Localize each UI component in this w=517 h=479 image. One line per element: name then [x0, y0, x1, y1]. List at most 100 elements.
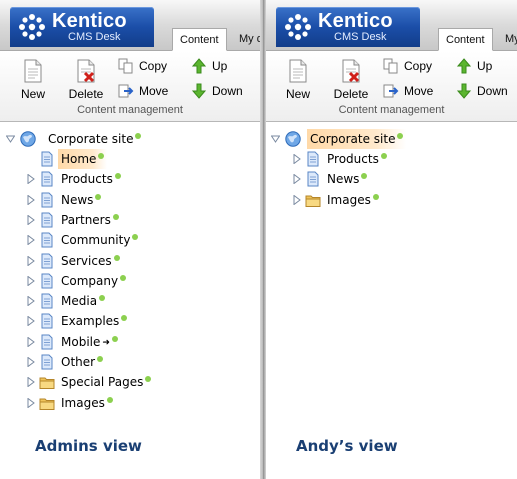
down-button[interactable]: Down: [191, 82, 251, 100]
tree-item-label: Products: [327, 152, 379, 166]
new-button[interactable]: New: [276, 59, 320, 101]
document-icon: [39, 232, 55, 248]
tree-item-label: Partners: [61, 212, 111, 227]
move-button[interactable]: Move: [383, 82, 443, 100]
tree-item-label: Other: [61, 355, 96, 369]
published-dot: [372, 193, 379, 200]
delete-document-icon: [342, 59, 360, 83]
tree-item-label: News: [327, 172, 360, 187]
root-label: Corporate site: [48, 132, 134, 146]
up-button[interactable]: Up: [191, 57, 241, 75]
expand-arrow-icon[interactable]: [292, 194, 301, 205]
new-button[interactable]: New: [11, 59, 55, 101]
new-label: New: [20, 87, 45, 101]
delete-button[interactable]: Delete: [64, 59, 108, 101]
published-dot: [135, 133, 142, 139]
expand-arrow-icon[interactable]: [26, 296, 35, 307]
copy-label: Copy: [139, 59, 168, 73]
expand-arrow-icon[interactable]: [26, 235, 35, 246]
tree-item-label: Images: [327, 192, 371, 207]
andys-view-caption: Andy’s view: [296, 437, 398, 455]
published-dot: [145, 376, 152, 383]
expand-arrow-icon[interactable]: [26, 357, 35, 367]
expand-arrow-icon[interactable]: [26, 255, 35, 266]
content-toolbar: New Delete Copy Move Up Down Content man…: [266, 51, 517, 122]
tree-item-label: Images: [61, 395, 105, 410]
expand-arrow-icon[interactable]: [26, 214, 35, 225]
toolbar-group-label: Content management: [77, 104, 183, 116]
tree-item-label: News: [61, 192, 94, 207]
tree-item-label: Products: [61, 172, 113, 187]
document-icon: [39, 151, 55, 167]
new-document-icon: [289, 59, 307, 83]
tree-item-label: Community: [61, 233, 131, 248]
published-dot: [98, 153, 105, 159]
folder-icon: [39, 374, 55, 390]
brand-name: Kentico: [52, 10, 127, 32]
published-dot: [97, 356, 104, 362]
published-dot: [111, 335, 118, 342]
move-button[interactable]: Move: [118, 82, 178, 100]
kentico-flower-icon: [285, 14, 311, 40]
document-icon: [305, 171, 321, 187]
published-dot: [132, 234, 139, 241]
expand-arrow-icon[interactable]: [26, 336, 35, 347]
kentico-logo[interactable]: Kentico CMS Desk: [10, 7, 154, 47]
arrow-up-icon: [456, 58, 472, 74]
content-toolbar: New Delete Copy Move Up Down Content man…: [0, 51, 260, 122]
published-dot: [121, 315, 128, 322]
copy-icon: [118, 58, 133, 74]
tab-my-desk[interactable]: My d: [232, 28, 260, 50]
move-icon: [118, 84, 134, 98]
published-dot: [120, 274, 127, 281]
expand-arrow-icon[interactable]: [26, 377, 35, 388]
delete-label: Delete: [68, 87, 104, 101]
andy-pane: Kentico CMS Desk Content My d New Delete: [266, 0, 517, 479]
published-dot: [112, 213, 119, 220]
document-icon: [39, 253, 55, 269]
collapse-arrow-icon[interactable]: [271, 134, 280, 144]
document-icon: [39, 171, 55, 187]
published-dot: [380, 153, 387, 159]
delete-button[interactable]: Delete: [329, 59, 373, 101]
tree-item-label: Company: [61, 273, 119, 288]
header-bar: Kentico CMS Desk Content My d: [266, 0, 517, 51]
down-label: Down: [477, 84, 508, 98]
expand-arrow-icon[interactable]: [26, 174, 35, 185]
header-bar: Kentico CMS Desk Content My d: [0, 0, 260, 51]
published-dot: [361, 173, 368, 180]
globe-icon: [20, 131, 36, 147]
document-icon: [39, 313, 55, 329]
up-button[interactable]: Up: [456, 57, 506, 75]
expand-arrow-icon[interactable]: [292, 174, 301, 185]
linked-arrow-icon: ➜: [102, 337, 110, 348]
up-label: Up: [212, 59, 228, 73]
expand-arrow-icon[interactable]: [26, 194, 35, 205]
tree-item-label: Mobile: [61, 334, 101, 349]
delete-label: Delete: [333, 87, 369, 101]
expand-arrow-icon[interactable]: [26, 397, 35, 408]
tab-content[interactable]: Content: [172, 28, 227, 51]
collapse-arrow-icon[interactable]: [6, 134, 15, 144]
document-icon: [39, 293, 55, 309]
kentico-logo[interactable]: Kentico CMS Desk: [276, 7, 420, 47]
tab-content[interactable]: Content: [438, 28, 493, 51]
published-dot: [114, 173, 121, 180]
admins-view-caption: Admins view: [35, 437, 142, 455]
copy-button[interactable]: Copy: [383, 57, 443, 75]
folder-icon: [305, 192, 321, 208]
published-dot: [106, 396, 113, 403]
copy-button[interactable]: Copy: [118, 57, 178, 75]
root-label-selected: Corporate site: [307, 129, 407, 149]
expand-arrow-icon[interactable]: [292, 154, 301, 164]
move-label: Move: [139, 84, 169, 98]
delete-document-icon: [77, 59, 95, 83]
tree-item-label: Home: [61, 152, 97, 166]
folder-icon: [39, 395, 55, 411]
down-button[interactable]: Down: [456, 82, 516, 100]
expand-arrow-icon[interactable]: [26, 275, 35, 286]
tab-my-desk[interactable]: My d: [498, 28, 517, 50]
document-icon: [39, 334, 55, 350]
down-label: Down: [212, 84, 243, 98]
expand-arrow-icon[interactable]: [26, 316, 35, 327]
